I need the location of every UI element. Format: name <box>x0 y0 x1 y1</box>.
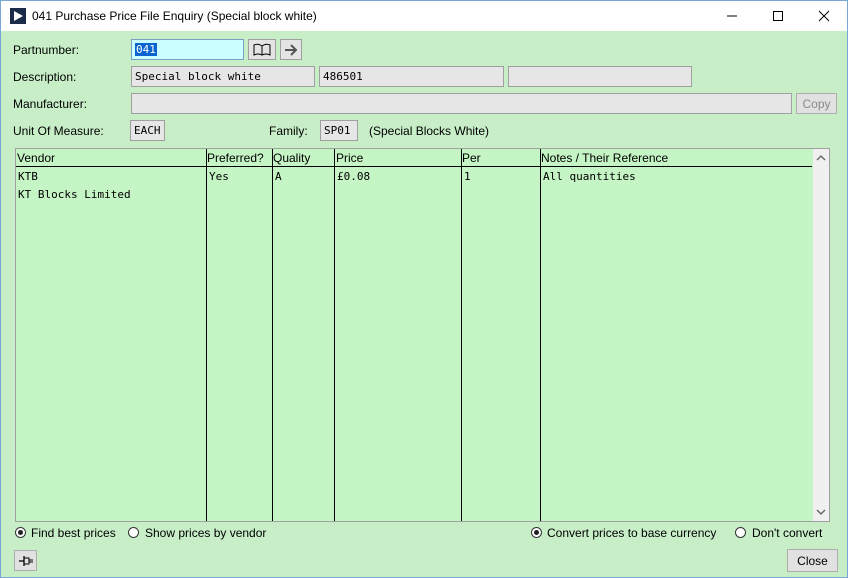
convert-label[interactable]: Convert prices to base currency <box>547 526 716 540</box>
by-vendor-radio[interactable] <box>128 527 139 538</box>
manufacturer-label: Manufacturer: <box>13 97 88 111</box>
column-divider <box>461 149 462 521</box>
maximize-button[interactable] <box>755 1 801 31</box>
price-cell: £0.08 <box>337 170 371 183</box>
close-icon <box>818 10 830 22</box>
price-grid[interactable]: Vendor Preferred? Quality Price Per Note… <box>15 148 830 522</box>
column-header-quality[interactable]: Quality <box>273 151 310 165</box>
partnumber-label: Partnumber: <box>13 43 80 57</box>
book-icon <box>253 43 271 56</box>
next-button[interactable] <box>280 39 302 60</box>
header-divider <box>16 166 812 167</box>
by-vendor-label[interactable]: Show prices by vendor <box>145 526 266 540</box>
column-divider <box>272 149 273 521</box>
arrow-right-icon <box>285 43 298 56</box>
pin-icon <box>18 555 33 566</box>
vendor-name: KT Blocks Limited <box>18 188 131 201</box>
family-field[interactable]: SP01 <box>320 120 358 141</box>
family-label: Family: <box>269 124 308 138</box>
find-best-label[interactable]: Find best prices <box>31 526 116 540</box>
column-header-preferred[interactable]: Preferred? <box>207 151 264 165</box>
vertical-scrollbar[interactable] <box>813 149 829 521</box>
notes-cell: All quantities <box>543 170 636 183</box>
vendor-code: KTB <box>18 170 38 183</box>
quality-cell: A <box>275 170 282 183</box>
scroll-down-icon[interactable] <box>813 504 829 520</box>
uom-label: Unit Of Measure: <box>13 124 104 138</box>
lookup-button[interactable] <box>248 39 276 60</box>
description-field-3[interactable] <box>508 66 692 87</box>
close-button[interactable]: Close <box>787 549 838 572</box>
column-header-price[interactable]: Price <box>336 151 363 165</box>
close-window-button[interactable] <box>801 1 847 31</box>
uom-field[interactable]: EACH <box>130 120 165 141</box>
column-divider <box>540 149 541 521</box>
title-bar: 041 Purchase Price File Enquiry (Special… <box>1 1 847 31</box>
play-icon[interactable] <box>10 8 26 24</box>
scroll-up-icon[interactable] <box>813 150 829 166</box>
partnumber-input[interactable]: 041 <box>131 39 244 60</box>
description-field-2[interactable]: 486501 <box>319 66 504 87</box>
column-header-per[interactable]: Per <box>462 151 481 165</box>
minimize-icon <box>727 15 737 17</box>
description-label: Description: <box>13 70 77 84</box>
manufacturer-field[interactable] <box>131 93 792 114</box>
minimize-button[interactable] <box>709 1 755 31</box>
partnumber-value: 041 <box>135 43 157 56</box>
description-field-1[interactable]: Special block white <box>131 66 315 87</box>
family-description: (Special Blocks White) <box>369 124 490 138</box>
dont-convert-radio[interactable] <box>735 527 746 538</box>
window-title: 041 Purchase Price File Enquiry (Special… <box>32 9 317 23</box>
preferred-cell: Yes <box>209 170 229 183</box>
enquiry-window: 041 Purchase Price File Enquiry (Special… <box>0 0 848 578</box>
find-best-radio[interactable] <box>15 527 26 538</box>
column-header-notes[interactable]: Notes / Their Reference <box>541 151 668 165</box>
dont-convert-label[interactable]: Don't convert <box>752 526 822 540</box>
pin-button[interactable] <box>14 550 37 571</box>
column-divider <box>206 149 207 521</box>
column-divider <box>334 149 335 521</box>
maximize-icon <box>773 11 783 21</box>
per-cell: 1 <box>464 170 471 183</box>
column-header-vendor[interactable]: Vendor <box>17 151 55 165</box>
convert-radio[interactable] <box>531 527 542 538</box>
copy-button[interactable]: Copy <box>796 93 837 114</box>
